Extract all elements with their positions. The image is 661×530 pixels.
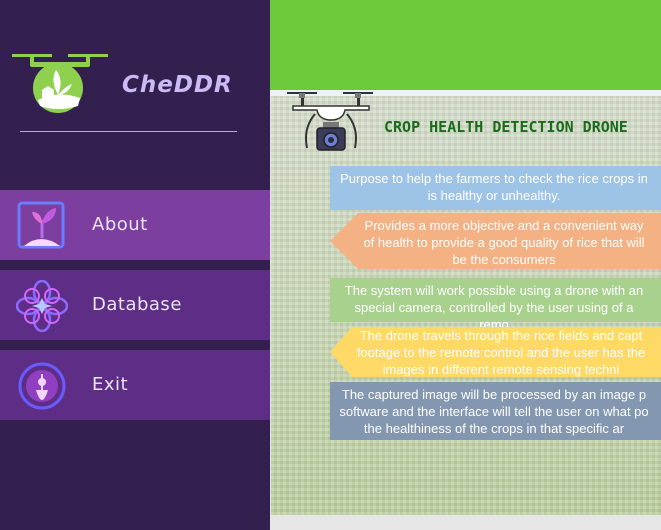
sidebar-item-database[interactable]: Database [0,270,270,340]
sidebar-item-label: Database [92,294,182,315]
sidebar-item-exit[interactable]: Exit [0,350,270,420]
sidebar-item-label: Exit [92,374,129,395]
sidebar: CheDDR About Database Exit [0,0,270,530]
header-bar [270,0,661,90]
info-banner: Provides a more objective and a convenie… [330,213,661,269]
brand-divider [20,131,237,132]
drone-camera-icon [287,92,373,151]
sidebar-item-about[interactable]: About [0,190,270,260]
sidebar-item-label: About [92,214,148,235]
drone-plant-logo-icon [12,54,108,113]
bottom-strip [270,515,661,530]
location-pin-exit-icon [18,362,66,410]
info-banner: Purpose to help the farmers to check the… [330,166,661,210]
info-banner: The system will work possible using a dr… [330,278,661,332]
info-banner: The captured image will be processed by … [330,382,661,440]
info-banner: The drone travels through the rice field… [330,327,661,377]
flower-icon [16,280,68,332]
plant-sprout-icon [17,201,65,249]
page-title: CROP HEALTH DETECTION DRONE [384,118,628,136]
brand: CheDDR [8,50,268,125]
app-name: CheDDR [122,72,233,98]
